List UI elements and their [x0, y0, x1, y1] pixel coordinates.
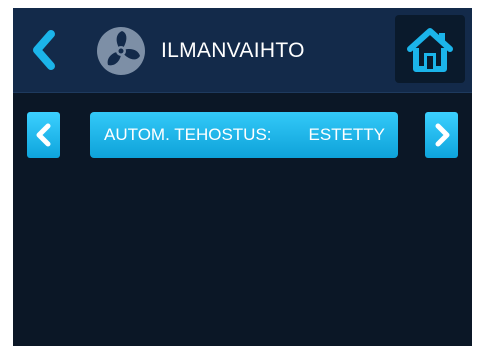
previous-setting-button[interactable] [27, 112, 60, 158]
setting-value: ESTETTY [308, 125, 385, 144]
chevron-right-icon [435, 123, 450, 147]
auto-boost-setting[interactable]: AUTOM. TEHOSTUS: ESTETTY [90, 112, 398, 158]
setting-label: AUTOM. TEHOSTUS: [104, 125, 272, 144]
next-setting-button[interactable] [425, 112, 458, 158]
ventilation-screen: ILMANVAIHTO AUTOM. TEHOSTUS: ESTETTY [13, 8, 472, 346]
home-button[interactable] [395, 15, 465, 83]
page-title: ILMANVAIHTO [161, 39, 305, 62]
home-icon [404, 23, 456, 75]
back-button[interactable] [27, 28, 63, 72]
header-bar: ILMANVAIHTO [13, 8, 472, 93]
fan-icon [97, 27, 145, 75]
chevron-left-icon [33, 30, 55, 70]
chevron-left-icon [36, 123, 51, 147]
